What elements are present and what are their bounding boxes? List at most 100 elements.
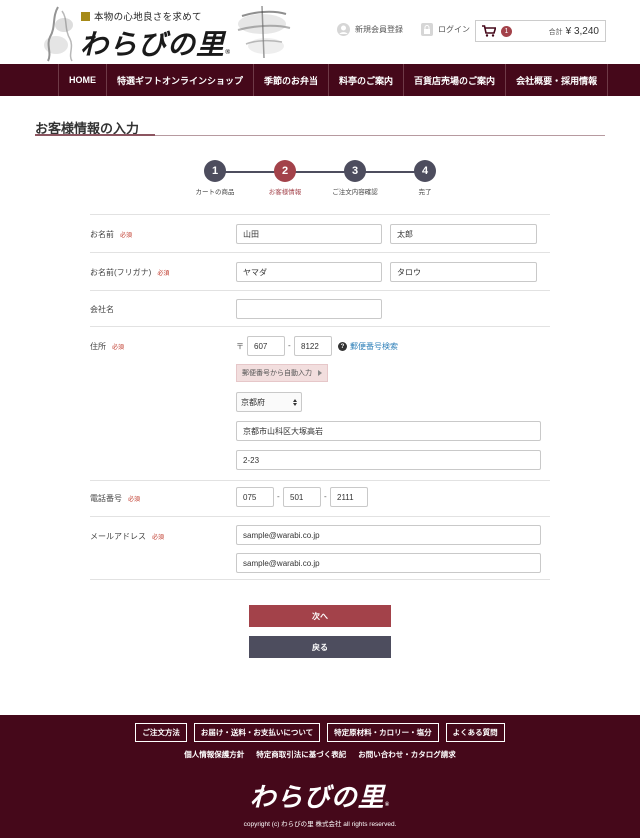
phone-separator: - xyxy=(324,492,327,501)
form-row-kana: お名前(フリガナ) 必須 ヤマダ タロウ xyxy=(90,252,550,290)
copyright-text: copyright (c) わらびの里 株式会社 all rights rese… xyxy=(243,821,397,828)
nav-item-ryotei[interactable]: 料亭のご案内 xyxy=(328,64,403,96)
footer-logo-text: わらびの里 xyxy=(249,783,385,812)
address1-input[interactable]: 京都市山科区大塚高岩 xyxy=(236,421,541,441)
form-row-company: 会社名 xyxy=(90,290,550,326)
footer-logo-mark: ® xyxy=(384,802,391,808)
postal-mark: 〒 xyxy=(236,342,244,351)
site-footer: ご注文方法 お届け・送料・お支払いについて 特定原材料・カロリー・塩分 よくある… xyxy=(0,715,640,838)
step-label: お客様情報 xyxy=(268,189,302,196)
step-customer-info: 2 お客様情報 xyxy=(255,160,315,196)
register-link[interactable]: 新規会員登録 xyxy=(337,23,403,36)
prefecture-value: 京都府 xyxy=(241,397,265,407)
form-row-phone: 電話番号 必須 075 - 501 - 2111 xyxy=(90,480,550,516)
first-kana-input[interactable]: タロウ xyxy=(390,262,537,282)
login-link[interactable]: ログイン xyxy=(421,23,470,36)
phone3-input[interactable]: 2111 xyxy=(330,487,368,507)
step-label: カートの商品 xyxy=(195,189,235,196)
required-badge: 必須 xyxy=(120,233,133,239)
required-badge: 必須 xyxy=(128,497,141,503)
zip-second-input[interactable]: 8122 xyxy=(294,336,332,356)
user-links: 新規会員登録 ログイン xyxy=(337,23,470,36)
nav-item-department-store[interactable]: 百貨店売場のご案内 xyxy=(403,64,505,96)
step-complete: 4 完了 xyxy=(395,160,455,196)
cart-total-label: 合計 xyxy=(548,28,563,36)
footer-link-delivery[interactable]: お届け・送料・お支払いについて xyxy=(193,723,321,742)
title-divider-accent xyxy=(35,134,155,136)
last-kana-input[interactable]: ヤマダ xyxy=(236,262,382,282)
company-input[interactable] xyxy=(236,299,382,319)
email-label: メールアドレス 必須 xyxy=(90,531,164,542)
email-label-text: メールアドレス xyxy=(90,532,146,541)
name-label: お名前 必須 xyxy=(90,229,132,240)
phone-label: 電話番号 必須 xyxy=(90,493,140,504)
company-label-text: 会社名 xyxy=(90,305,114,314)
phone2-input[interactable]: 501 xyxy=(283,487,321,507)
footer-logo[interactable]: わらびの里® xyxy=(0,777,640,814)
footer-secondary-links: 個人情報保護方針 特定商取引法に基づく表記 お問い合わせ・カタログ請求 xyxy=(0,749,640,760)
phone-separator: - xyxy=(277,492,280,501)
prefecture-select[interactable]: 京都府 xyxy=(236,392,302,412)
zip-search-label: 郵便番号検索 xyxy=(350,342,398,351)
register-label: 新規会員登録 xyxy=(355,25,403,34)
step-label: 完了 xyxy=(418,189,432,196)
user-icon xyxy=(337,23,350,36)
back-button[interactable]: 戻る xyxy=(249,636,391,658)
auto-fill-button[interactable]: 郵便番号から自動入力 xyxy=(236,364,328,382)
tagline-text: 本物の心地良さを求めて xyxy=(94,13,202,23)
email-confirm-input[interactable]: sample@warabi.co.jp xyxy=(236,553,541,573)
step-number: 4 xyxy=(414,160,436,182)
required-badge: 必須 xyxy=(112,345,125,351)
step-cart: 1 カートの商品 xyxy=(185,160,245,196)
question-icon: ? xyxy=(338,342,347,351)
step-number: 3 xyxy=(344,160,366,182)
checkout-steps: 1 カートの商品 2 お客様情報 3 ご注文内容確認 4 完了 xyxy=(190,160,440,196)
ink-painting-left xyxy=(44,6,73,62)
zip-separator: - xyxy=(288,341,291,350)
email-input[interactable]: sample@warabi.co.jp xyxy=(236,525,541,545)
logo-registered-mark: ® xyxy=(225,48,232,56)
address-label-text: 住所 xyxy=(90,342,106,351)
footer-primary-links: ご注文方法 お届け・送料・お支払いについて 特定原材料・カロリー・塩分 よくある… xyxy=(0,723,640,742)
logo-text: わらびの里 xyxy=(80,30,226,61)
tagline-square-icon xyxy=(81,11,90,21)
nav-item-home[interactable]: HOME xyxy=(58,64,106,96)
company-label: 会社名 xyxy=(90,304,114,315)
footer-link-allergens[interactable]: 特定原材料・カロリー・塩分 xyxy=(327,723,439,742)
name-label-text: お名前 xyxy=(90,230,114,239)
select-arrows-icon xyxy=(293,398,297,406)
zip-search-link[interactable]: ? 郵便番号検索 xyxy=(338,341,398,352)
footer-link-legal[interactable]: 特定商取引法に基づく表記 xyxy=(256,749,346,760)
phone-label-text: 電話番号 xyxy=(90,494,122,503)
steps-connector-line xyxy=(215,171,425,173)
required-badge: 必須 xyxy=(157,271,170,277)
cart-icon xyxy=(482,25,496,37)
cart-summary[interactable]: 1 合計 ¥ 3,240 xyxy=(475,20,606,42)
kana-label-text: お名前(フリガナ) xyxy=(90,268,152,277)
footer-link-privacy[interactable]: 個人情報保護方針 xyxy=(184,749,244,760)
first-name-input[interactable]: 太郎 xyxy=(390,224,537,244)
login-label: ログイン xyxy=(438,25,470,34)
site-logo[interactable]: わらびの里® xyxy=(80,23,231,63)
step-number: 1 xyxy=(204,160,226,182)
step-confirm: 3 ご注文内容確認 xyxy=(325,160,385,196)
form-row-email: メールアドレス 必須 sample@warabi.co.jp sample@wa… xyxy=(90,516,550,580)
phone1-input[interactable]: 075 xyxy=(236,487,274,507)
kana-label: お名前(フリガナ) 必須 xyxy=(90,267,169,278)
auto-fill-label: 郵便番号から自動入力 xyxy=(242,370,312,377)
form-row-address: 住所 必須 〒 607 - 8122 ? 郵便番号検索 郵便番号から自動入力 京… xyxy=(90,326,550,480)
address2-input[interactable]: 2-23 xyxy=(236,450,541,470)
site-tagline: 本物の心地良さを求めて xyxy=(81,9,202,23)
form-row-name: お名前 必須 山田 太郎 xyxy=(90,214,550,252)
nav-item-company[interactable]: 会社概要・採用情報 xyxy=(505,64,609,96)
footer-link-contact[interactable]: お問い合わせ・カタログ請求 xyxy=(358,749,456,760)
cart-count-badge: 1 xyxy=(501,25,512,37)
zip-first-input[interactable]: 607 xyxy=(247,336,285,356)
footer-link-faq[interactable]: よくある質問 xyxy=(445,723,505,742)
nav-item-gift-shop[interactable]: 特選ギフトオンラインショップ xyxy=(106,64,253,96)
last-name-input[interactable]: 山田 xyxy=(236,224,382,244)
play-triangle-icon xyxy=(318,370,322,376)
footer-link-order-method[interactable]: ご注文方法 xyxy=(135,723,187,742)
nav-item-bento[interactable]: 季節のお弁当 xyxy=(253,64,328,96)
next-button[interactable]: 次へ xyxy=(249,605,391,627)
